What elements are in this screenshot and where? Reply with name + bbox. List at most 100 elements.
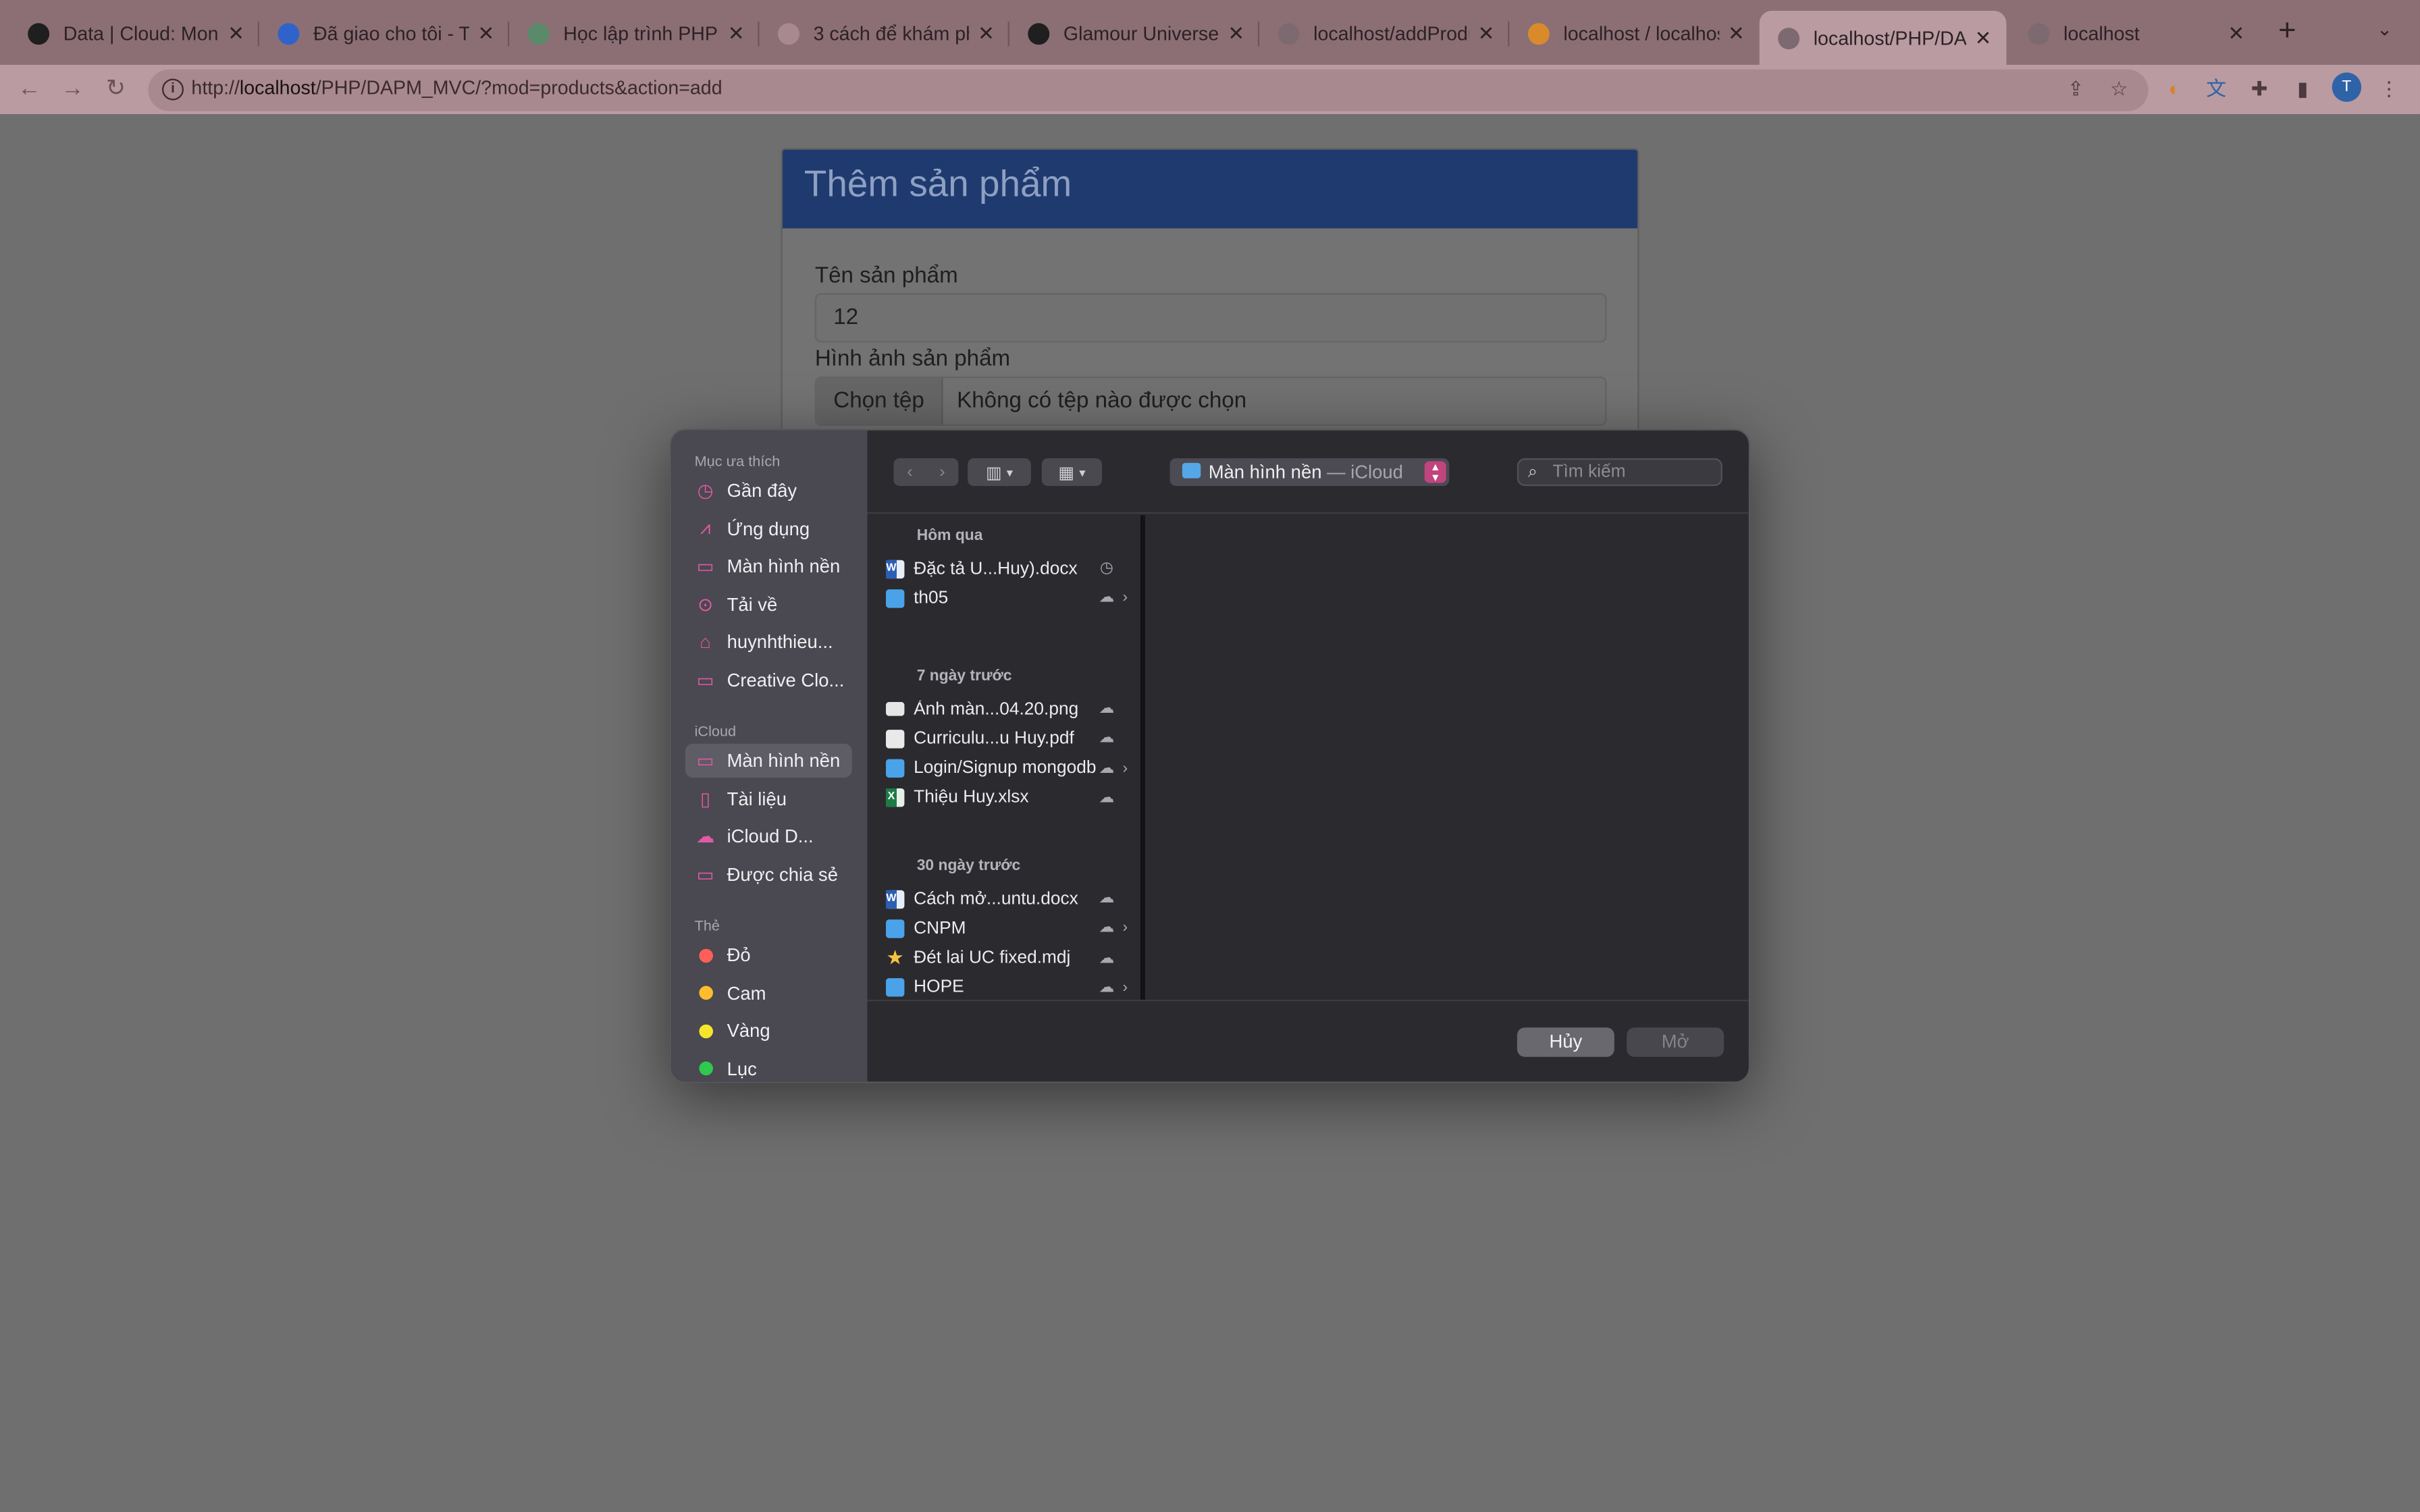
sidebar-item-1[interactable]: ◷ Gần đây bbox=[685, 474, 852, 508]
tab-6[interactable]: localhost/addProdu ✕ bbox=[1259, 11, 1509, 55]
cloud-download-icon[interactable]: ☁ bbox=[1096, 790, 1117, 807]
cloud-download-icon[interactable]: ☁ bbox=[1096, 701, 1117, 718]
sidebar-item-3[interactable]: ▭ Màn hình nền bbox=[685, 549, 852, 583]
column-divider[interactable] bbox=[1142, 515, 1145, 1000]
tab-separator bbox=[758, 21, 760, 47]
location-popup[interactable]: Màn hình nền — iCloud ▴ ▾ bbox=[1169, 458, 1450, 486]
sidebar-item-2[interactable]: ▯ Tài liệu bbox=[685, 782, 852, 815]
close-tab-icon[interactable]: ✕ bbox=[226, 21, 247, 46]
sidebar-item-2[interactable]: ⩘ Ứng dụng bbox=[685, 512, 852, 545]
cloud-download-icon[interactable]: ☁ bbox=[1096, 730, 1117, 747]
view-mode-button[interactable]: ▥ ▾ bbox=[968, 458, 1031, 486]
sidebar-item-4[interactable]: ⊙ Tải về bbox=[685, 587, 852, 621]
close-tab-icon[interactable]: ✕ bbox=[1475, 21, 1497, 46]
close-tab-icon[interactable]: ✕ bbox=[475, 21, 497, 46]
file-row[interactable]: Ảnh màn...04.20.png ☁ bbox=[885, 695, 1140, 724]
cloud-download-icon[interactable]: ☁ bbox=[1096, 920, 1117, 937]
sidebar-item-1[interactable]: ▭ Màn hình nền bbox=[685, 743, 852, 778]
close-tab-icon[interactable]: ✕ bbox=[1725, 21, 1747, 46]
favorites-header: Mục ưa thích bbox=[694, 453, 781, 471]
back-forward-buttons[interactable]: ‹ › bbox=[893, 458, 959, 486]
cloud-download-icon[interactable]: ☁ bbox=[1096, 979, 1117, 996]
file-row[interactable]: CNPM ☁ › bbox=[885, 914, 1140, 943]
sidebar-item-tag-4[interactable]: Lục bbox=[685, 1052, 852, 1081]
tab-4[interactable]: 3 cách để khám phá ✕ bbox=[760, 11, 1009, 55]
forward-arrow-icon[interactable]: → bbox=[55, 72, 89, 106]
group-by-button[interactable]: ▦ ▾ bbox=[1041, 458, 1102, 486]
chevron-left-icon[interactable]: ‹ bbox=[893, 463, 926, 481]
file-row[interactable]: ★ Đét lai UC fixed.mdj ☁ bbox=[886, 944, 1140, 973]
choose-file-button[interactable]: Chọn tệp bbox=[816, 377, 943, 425]
tab-title: Data | Cloud: Mongo bbox=[63, 22, 219, 45]
search-field[interactable]: ⌕ Tìm kiếm bbox=[1517, 458, 1722, 486]
chevron-right-icon[interactable]: › bbox=[926, 463, 958, 481]
sidebar-item-5[interactable]: ⌂ huynhthieu... bbox=[685, 626, 852, 659]
sidebar-item-3[interactable]: ☁ iCloud D... bbox=[685, 819, 852, 853]
sidebar-item-tag-1[interactable]: Đỏ bbox=[685, 938, 852, 972]
file-row[interactable]: HOPE ☁ › bbox=[885, 973, 1140, 1000]
extensions-puzzle-icon[interactable]: ✚ bbox=[2247, 77, 2272, 102]
product-image-file-input[interactable]: Chọn tệp Không có tệp nào được chọn bbox=[814, 376, 1607, 426]
reload-icon[interactable]: ↻ bbox=[99, 72, 132, 106]
address-bar[interactable]: i http://localhost/PHP/DAPM_MVC/?mod=pro… bbox=[148, 69, 2149, 111]
cloud-download-icon[interactable]: ☁ bbox=[1096, 590, 1117, 607]
new-tab-button[interactable]: + bbox=[2272, 16, 2303, 47]
sidebar-item-tag-3[interactable]: Vàng bbox=[685, 1014, 852, 1048]
sync-pending-icon[interactable]: ◷ bbox=[1096, 560, 1117, 577]
open-button[interactable]: Mở bbox=[1627, 1027, 1725, 1057]
site-info-icon[interactable]: i bbox=[161, 78, 184, 101]
tab-1[interactable]: Data | Cloud: Mongo ✕ bbox=[9, 11, 259, 55]
url-text[interactable]: http://localhost/PHP/DAPM_MVC/?mod=produ… bbox=[191, 77, 722, 99]
product-name-input[interactable]: 12 bbox=[814, 293, 1607, 343]
tab-8[interactable]: localhost/PHP/DAPM ✕ bbox=[1759, 10, 2007, 65]
chevron-right-icon: › bbox=[1122, 919, 1128, 938]
sidebar-item-label: Gần đây bbox=[727, 479, 797, 502]
share-icon[interactable]: ⇪ bbox=[2063, 77, 2088, 102]
globe-icon bbox=[1778, 26, 1800, 49]
tab-9[interactable]: localhost ✕ bbox=[2009, 11, 2259, 55]
tab-5[interactable]: Glamour Universe ✕ bbox=[1009, 11, 1259, 55]
back-arrow-icon[interactable]: ← bbox=[12, 72, 46, 106]
file-column: Hôm qua Đặc tả U...Huy).docx ◷ th05 ☁ › 7 ngày… bbox=[868, 515, 1142, 1000]
profile-avatar[interactable]: T bbox=[2332, 72, 2362, 102]
globe-icon bbox=[2028, 22, 2050, 45]
sidebar-item-4[interactable]: ▭ Được chia sẻ bbox=[685, 857, 852, 891]
word-file-icon bbox=[885, 889, 905, 909]
tab-3[interactable]: Học lập trình PHP ✕ bbox=[509, 11, 759, 55]
close-tab-icon[interactable]: ✕ bbox=[2226, 21, 2247, 46]
phpmyadmin-icon bbox=[1527, 22, 1550, 45]
file-row[interactable]: Đặc tả U...Huy).docx ◷ bbox=[885, 554, 1140, 583]
group-header: 30 ngày trước bbox=[916, 857, 1021, 875]
tags-header: Thẻ bbox=[694, 917, 720, 936]
kebab-menu-icon[interactable]: ⋮ bbox=[2377, 77, 2402, 102]
close-tab-icon[interactable]: ✕ bbox=[1226, 21, 1247, 46]
close-tab-icon[interactable]: ✕ bbox=[976, 21, 997, 46]
translate-extension-icon[interactable]: 文 bbox=[2204, 77, 2229, 102]
sidebar-item-6[interactable]: ▭ Creative Clo... bbox=[685, 664, 852, 697]
file-row[interactable]: Login/Signup mongodb ☁ › bbox=[885, 754, 1140, 783]
cloud-download-icon[interactable]: ☁ bbox=[1096, 950, 1117, 967]
cloud-icon: ☁ bbox=[695, 826, 715, 848]
file-row[interactable]: th05 ☁ › bbox=[885, 584, 1140, 613]
tab-title: localhost/addProdu bbox=[1313, 22, 1469, 45]
bookmark-star-icon[interactable]: ☆ bbox=[2107, 77, 2132, 102]
columns-view-icon: ▥ bbox=[985, 463, 1002, 483]
file-row[interactable]: Cách mở...untu.docx ☁ bbox=[885, 884, 1140, 913]
cancel-button[interactable]: Hủy bbox=[1517, 1027, 1614, 1057]
document-icon bbox=[777, 22, 799, 45]
sidebar-item-tag-2[interactable]: Cam bbox=[685, 976, 852, 1010]
tab-search-chevron-icon[interactable]: ⌄ bbox=[2377, 18, 2392, 40]
sidebar-item-label: Màn hình nền bbox=[727, 749, 841, 772]
extension-orange-icon[interactable]: ◐ bbox=[2162, 77, 2187, 102]
sidebar-item-label: Đỏ bbox=[727, 944, 751, 966]
tab-7[interactable]: localhost / localhost ✕ bbox=[1509, 11, 1759, 55]
close-tab-icon[interactable]: ✕ bbox=[1972, 26, 1994, 51]
tab-title: Học lập trình PHP bbox=[563, 22, 718, 45]
tab-2[interactable]: Đã giao cho tôi - To ✕ bbox=[259, 11, 509, 55]
side-panel-icon[interactable]: ▮ bbox=[2290, 77, 2315, 102]
file-row[interactable]: Thiệu Huy.xlsx ☁ bbox=[885, 784, 1140, 813]
cloud-download-icon[interactable]: ☁ bbox=[1096, 890, 1117, 907]
close-tab-icon[interactable]: ✕ bbox=[725, 21, 747, 46]
cloud-download-icon[interactable]: ☁ bbox=[1096, 760, 1117, 777]
file-row[interactable]: Curriculu...u Huy.pdf ☁ bbox=[885, 724, 1140, 753]
